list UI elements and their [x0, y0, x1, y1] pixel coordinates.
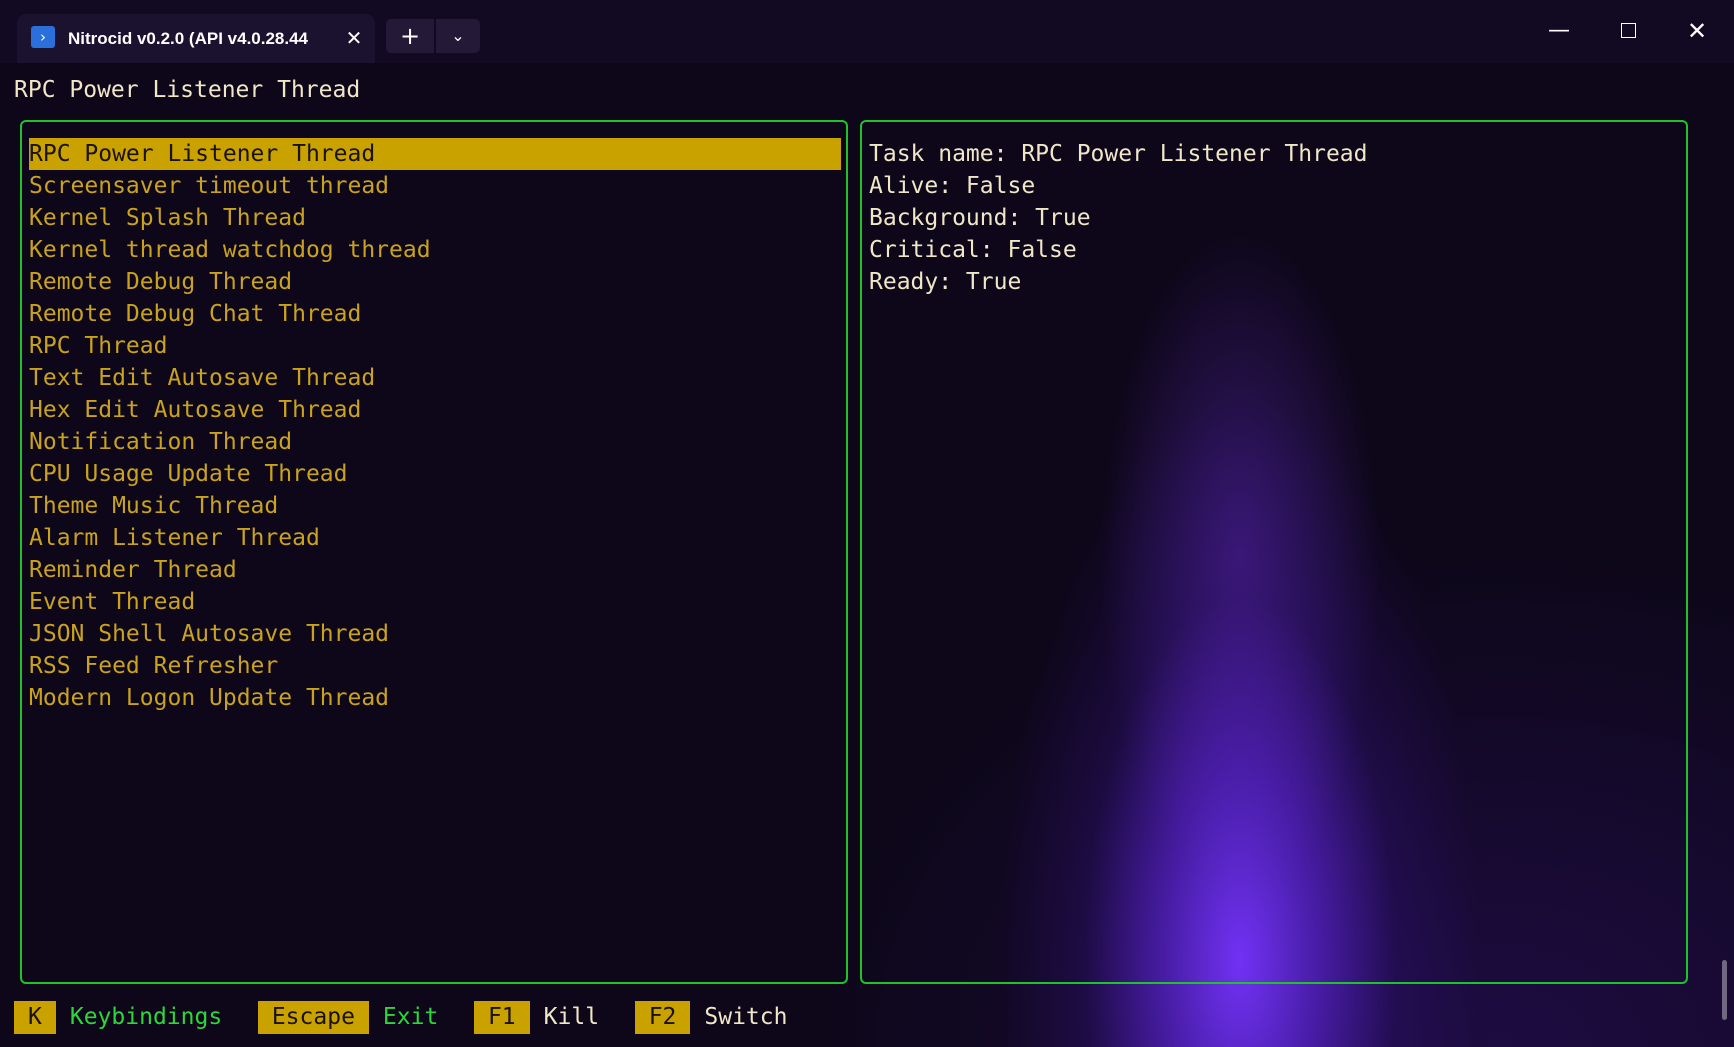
key-badge: F2 [634, 1001, 691, 1034]
terminal-tab[interactable]: › Nitrocid v0.2.0 (API v4.0.28.44 ✕ [17, 14, 375, 63]
thread-list-item[interactable]: Remote Debug Thread [29, 266, 841, 298]
tab-dropdown-button[interactable]: ⌄ [436, 19, 480, 53]
thread-list-item[interactable]: RPC Power Listener Thread [29, 138, 841, 170]
minimize-button[interactable]: — [1534, 14, 1584, 48]
thread-list-item[interactable]: JSON Shell Autosave Thread [29, 618, 841, 650]
thread-list-item[interactable]: Kernel Splash Thread [29, 202, 841, 234]
close-window-button[interactable]: ✕ [1672, 14, 1722, 48]
key-label: Kill [543, 1004, 600, 1030]
keybindings-bar: K Keybindings Escape Exit F1 Kill F2 Switch [14, 1001, 813, 1034]
thread-list-item[interactable]: Text Edit Autosave Thread [29, 362, 841, 394]
thread-list-item[interactable]: Reminder Thread [29, 554, 841, 586]
detail-ready: Ready: True [869, 269, 1022, 295]
detail-alive: Alive: False [869, 173, 1036, 199]
thread-list-item[interactable]: RPC Thread [29, 330, 841, 362]
thread-list-item[interactable]: CPU Usage Update Thread [29, 458, 841, 490]
thread-details-pane: Task name: RPC Power Listener Thread Ali… [860, 120, 1688, 984]
detail-background: Background: True [869, 205, 1091, 231]
thread-list: RPC Power Listener Thread Screensaver tim… [29, 138, 841, 714]
key-label: Exit [382, 1004, 439, 1030]
keybinding-f1[interactable]: F1 Kill [473, 1001, 625, 1034]
key-badge: K [14, 1001, 56, 1034]
title-bar: › Nitrocid v0.2.0 (API v4.0.28.44 ✕ + ⌄ … [0, 0, 1734, 63]
thread-list-item[interactable]: Screensaver timeout thread [29, 170, 841, 202]
keybinding-f2[interactable]: F2 Switch [634, 1001, 814, 1034]
powershell-icon: › [31, 26, 55, 48]
detail-critical: Critical: False [869, 237, 1077, 263]
tab-close-icon[interactable]: ✕ [343, 27, 365, 49]
tab-title: Nitrocid v0.2.0 (API v4.0.28.44 [68, 29, 309, 48]
thread-list-pane: RPC Power Listener Thread Screensaver tim… [20, 120, 848, 984]
key-badge: F1 [473, 1001, 530, 1034]
new-tab-button[interactable]: + [386, 19, 434, 53]
thread-list-item[interactable]: Notification Thread [29, 426, 841, 458]
keybinding-k[interactable]: K Keybindings [14, 1001, 248, 1034]
thread-list-item[interactable]: Theme Music Thread [29, 490, 841, 522]
key-label: Keybindings [69, 1004, 223, 1030]
maximize-icon [1620, 23, 1636, 38]
terminal-scrollbar[interactable] [1722, 960, 1727, 1020]
key-label: Switch [704, 1004, 788, 1030]
thread-list-item[interactable]: Alarm Listener Thread [29, 522, 841, 554]
detail-task-name: Task name: RPC Power Listener Thread [869, 141, 1368, 167]
thread-list-item[interactable]: Remote Debug Chat Thread [29, 298, 841, 330]
thread-details: Task name: RPC Power Listener Thread Ali… [869, 138, 1681, 298]
thread-list-item[interactable]: Event Thread [29, 586, 841, 618]
page-title: RPC Power Listener Thread [14, 77, 361, 103]
thread-list-item[interactable]: Kernel thread watchdog thread [29, 234, 841, 266]
thread-list-item[interactable]: Hex Edit Autosave Thread [29, 394, 841, 426]
maximize-button[interactable] [1603, 14, 1653, 48]
thread-list-item[interactable]: RSS Feed Refresher [29, 650, 841, 682]
keybinding-escape[interactable]: Escape Exit [257, 1001, 464, 1034]
thread-list-item[interactable]: Modern Logon Update Thread [29, 682, 841, 714]
key-badge: Escape [257, 1001, 369, 1034]
